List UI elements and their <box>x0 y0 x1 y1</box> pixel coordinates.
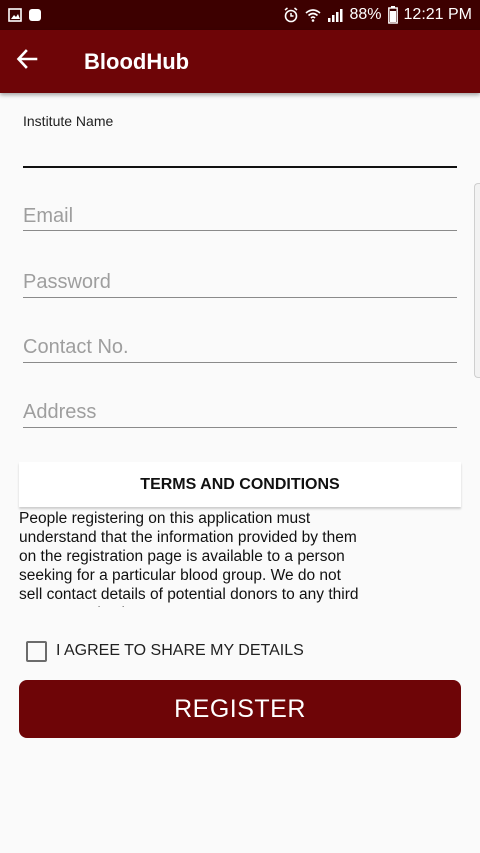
password-field <box>23 267 457 298</box>
agree-label: I AGREE TO SHARE MY DETAILS <box>56 642 304 659</box>
terms-header: TERMS AND CONDITIONS <box>19 462 461 507</box>
address-input[interactable] <box>23 397 457 427</box>
address-field <box>23 397 457 428</box>
agree-row[interactable]: I AGREE TO SHARE MY DETAILS <box>26 639 304 663</box>
agree-checkbox[interactable] <box>26 640 47 662</box>
app-bar: BloodHub <box>0 30 480 93</box>
institute-name-underline <box>23 166 457 168</box>
institute-name-input[interactable] <box>23 138 457 166</box>
status-left <box>8 8 42 22</box>
register-button[interactable]: REGISTER <box>19 680 461 738</box>
status-bar: 88% 12:21 PM <box>0 0 480 30</box>
battery-percent: 88% <box>349 6 382 23</box>
app-notification-icon <box>28 8 42 22</box>
contact-field <box>23 332 457 363</box>
battery-icon <box>387 6 398 24</box>
signal-icon <box>327 7 343 23</box>
institute-name-field <box>23 138 457 168</box>
institute-name-label: Institute Name <box>23 113 114 129</box>
email-field <box>23 202 457 231</box>
address-underline <box>23 427 457 428</box>
alarm-icon <box>283 7 299 23</box>
contact-underline <box>23 362 457 363</box>
terms-text[interactable]: People registering on this application m… <box>19 509 364 607</box>
clock: 12:21 PM <box>403 6 472 23</box>
email-underline <box>23 230 457 231</box>
scroll-indicator <box>474 183 480 378</box>
arrow-left-icon <box>16 48 38 75</box>
email-input[interactable] <box>23 202 457 230</box>
password-input[interactable] <box>23 267 457 297</box>
back-button[interactable] <box>0 30 54 93</box>
wifi-icon <box>305 7 322 23</box>
gallery-notification-icon <box>8 8 22 22</box>
status-right: 88% 12:21 PM <box>283 6 472 24</box>
password-underline <box>23 297 457 298</box>
app-title: BloodHub <box>84 48 190 74</box>
contact-input[interactable] <box>23 332 457 362</box>
